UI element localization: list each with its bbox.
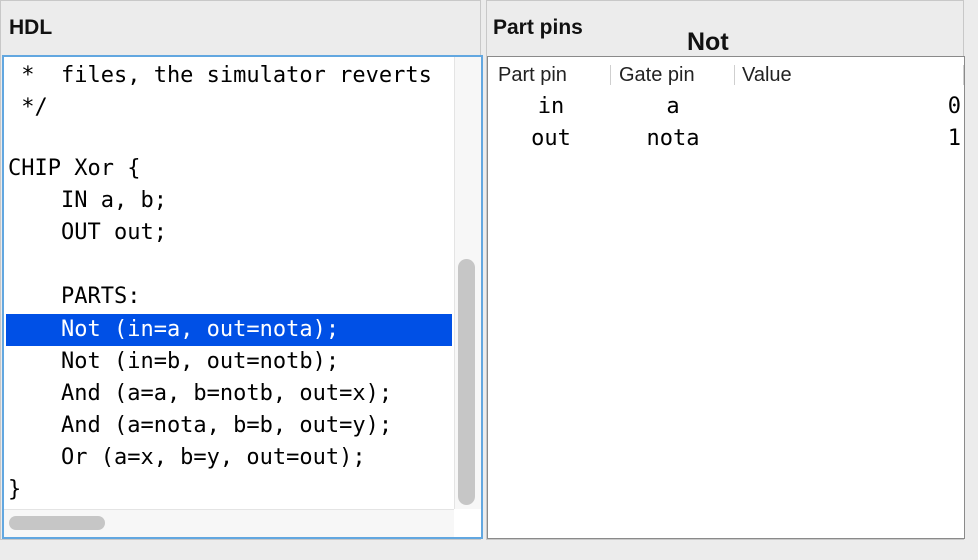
column-separator[interactable] bbox=[734, 65, 735, 85]
code-line[interactable]: Or (a=x, b=y, out=out); bbox=[8, 442, 366, 474]
code-line[interactable]: * files, the simulator reverts bbox=[8, 60, 432, 92]
column-header-part-pin[interactable]: Part pin bbox=[498, 61, 567, 89]
column-header-gate-pin[interactable]: Gate pin bbox=[619, 61, 695, 89]
gate-pin-cell[interactable]: a bbox=[612, 91, 734, 123]
part-pin-cell[interactable]: in bbox=[488, 91, 614, 123]
code-line[interactable]: Not (in=b, out=notb); bbox=[8, 346, 339, 378]
value-cell[interactable]: 0 bbox=[736, 91, 961, 123]
hdl-panel-title: HDL bbox=[9, 16, 53, 39]
hardware-simulator-window: HDL * files, the simulator reverts */ CH… bbox=[0, 0, 978, 560]
column-header-value[interactable]: Value bbox=[742, 61, 792, 89]
selected-part-name: Not bbox=[687, 28, 729, 56]
part-pin-cell[interactable]: out bbox=[488, 123, 614, 155]
vertical-scrollbar-thumb[interactable] bbox=[458, 259, 475, 505]
gate-pin-cell[interactable]: nota bbox=[612, 123, 734, 155]
code-line[interactable]: } bbox=[8, 474, 21, 506]
horizontal-scrollbar-thumb[interactable] bbox=[9, 516, 105, 530]
value-cell[interactable]: 1 bbox=[736, 123, 961, 155]
code-line-selected[interactable]: Not (in=a, out=nota); bbox=[6, 314, 452, 346]
code-line[interactable]: CHIP Xor { bbox=[8, 153, 140, 185]
part-pins-table: Part pin Gate pin Value in a 0 out nota … bbox=[487, 56, 965, 539]
code-line[interactable]: PARTS: bbox=[8, 281, 140, 313]
code-line[interactable]: And (a=a, b=notb, out=x); bbox=[8, 378, 392, 410]
code-line[interactable]: IN a, b; bbox=[8, 185, 167, 217]
code-line[interactable]: OUT out; bbox=[8, 217, 167, 249]
column-separator bbox=[963, 65, 964, 85]
part-pins-panel-title: Part pins bbox=[493, 16, 583, 39]
hdl-code-editor[interactable]: * files, the simulator reverts */ CHIP X… bbox=[2, 55, 483, 539]
part-pins-panel: Part pins Not Part pin Gate pin Value in… bbox=[486, 0, 965, 540]
code-line[interactable]: */ bbox=[8, 92, 48, 124]
hdl-code-area[interactable]: * files, the simulator reverts */ CHIP X… bbox=[4, 57, 454, 509]
code-line[interactable]: And (a=nota, b=b, out=y); bbox=[8, 410, 392, 442]
column-separator[interactable] bbox=[610, 65, 611, 85]
